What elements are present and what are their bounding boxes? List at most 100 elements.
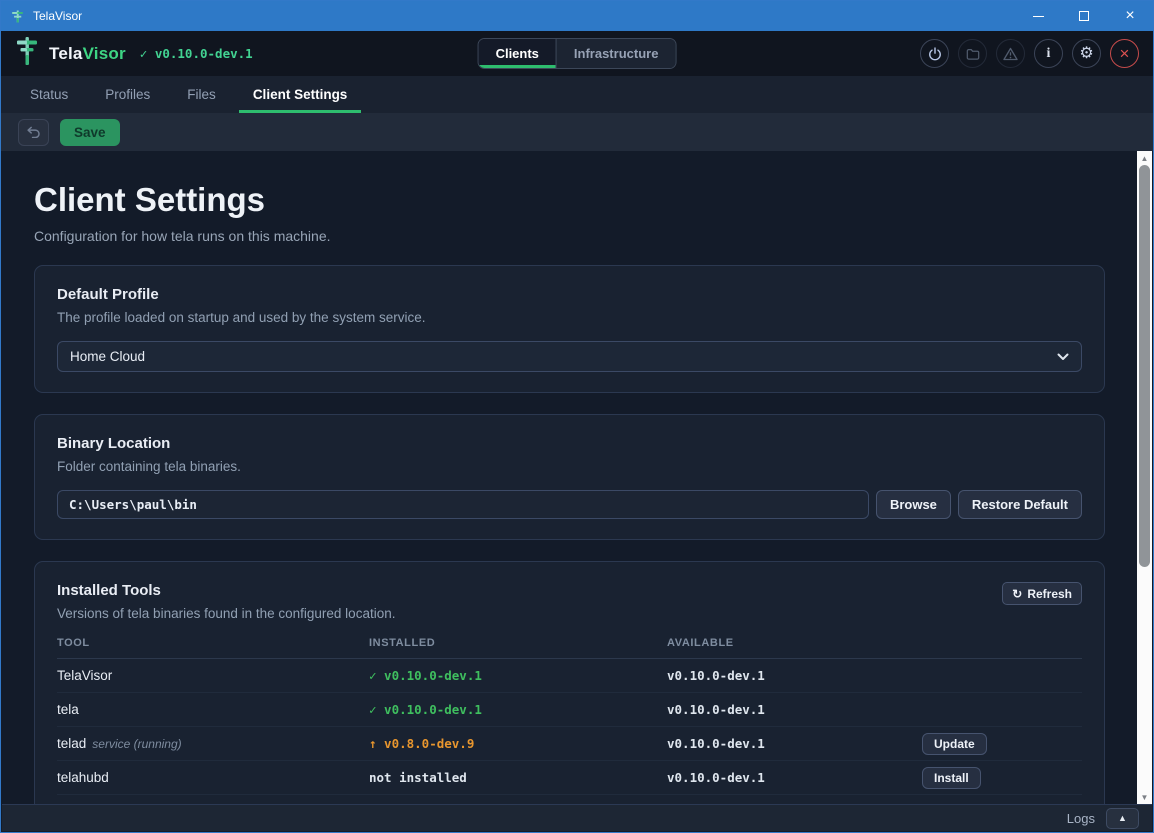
brand-visor: Visor — [83, 44, 126, 63]
tab-profiles[interactable]: Profiles — [91, 76, 164, 113]
maximize-button[interactable] — [1061, 1, 1107, 31]
tool-note: service (running) — [92, 737, 181, 751]
nav-infrastructure-label: Infrastructure — [574, 46, 659, 61]
close-button[interactable]: × — [1107, 1, 1153, 31]
power-button[interactable] — [920, 39, 949, 68]
status-bar: Logs ▲ — [2, 804, 1152, 831]
tools-table: TOOL INSTALLED AVAILABLE TelaVisor ✓ v0.… — [57, 637, 1082, 795]
tool-name: telad — [57, 736, 86, 751]
app-logo-icon — [10, 9, 25, 24]
mode-toggle: Clients Infrastructure — [478, 38, 677, 69]
save-button[interactable]: Save — [60, 119, 120, 146]
table-row: telahubd not installed v0.10.0-dev.1 Ins… — [57, 761, 1082, 795]
restore-default-button[interactable]: Restore Default — [958, 490, 1082, 519]
toolbar: Save — [1, 113, 1153, 151]
undo-button[interactable] — [18, 119, 49, 146]
available-version: v0.10.0-dev.1 — [667, 770, 922, 785]
tool-name: tela — [57, 702, 79, 717]
minimize-icon — [1033, 16, 1044, 17]
tool-name: telahubd — [57, 770, 109, 785]
table-header-row: TOOL INSTALLED AVAILABLE — [57, 637, 1082, 659]
binary-location-row: Browse Restore Default — [57, 490, 1082, 519]
page-title: Client Settings — [34, 181, 1105, 219]
refresh-label: Refresh — [1027, 587, 1072, 601]
binary-location-description: Folder containing tela binaries. — [57, 459, 1082, 474]
tab-files[interactable]: Files — [173, 76, 230, 113]
main-content: Client Settings Configuration for how te… — [2, 151, 1137, 804]
chevron-down-icon — [1057, 353, 1069, 361]
available-version: v0.10.0-dev.1 — [667, 668, 922, 683]
brand-tela: Tela — [49, 44, 83, 63]
table-row: tela ✓ v0.10.0-dev.1 v0.10.0-dev.1 — [57, 693, 1082, 727]
column-header-installed: INSTALLED — [369, 637, 667, 649]
nav-clients[interactable]: Clients — [479, 39, 556, 68]
refresh-icon: ↻ — [1012, 587, 1022, 601]
exit-close-icon: × — [1120, 45, 1130, 62]
default-profile-select[interactable]: Home Cloud — [57, 341, 1082, 372]
default-profile-card: Default Profile The profile loaded on st… — [34, 265, 1105, 393]
undo-icon — [26, 126, 41, 138]
brand: TelaVisor ✓ v0.10.0-dev.1 — [15, 35, 253, 72]
update-button[interactable]: Update — [922, 733, 987, 755]
tab-bar: Status Profiles Files Client Settings — [1, 76, 1153, 113]
installed-tools-card: Installed Tools Versions of tela binarie… — [34, 561, 1105, 804]
minimize-button[interactable] — [1015, 1, 1061, 31]
logs-toggle-button[interactable]: ▲ — [1106, 808, 1139, 829]
logs-toggle-icon: ▲ — [1118, 813, 1127, 823]
default-profile-description: The profile loaded on startup and used b… — [57, 310, 1082, 325]
close-icon: × — [1125, 8, 1134, 24]
installed-version: ✓ v0.10.0-dev.1 — [369, 668, 667, 683]
browse-button[interactable]: Browse — [876, 490, 951, 519]
default-profile-selected-value: Home Cloud — [70, 349, 145, 364]
binary-location-title: Binary Location — [57, 435, 1082, 452]
os-titlebar: TelaVisor × — [1, 1, 1153, 31]
warning-icon — [1003, 47, 1018, 61]
brand-name: TelaVisor — [49, 44, 126, 64]
exit-button[interactable]: × — [1110, 39, 1139, 68]
available-version: v0.10.0-dev.1 — [667, 702, 922, 717]
installed-tools-description: Versions of tela binaries found in the c… — [57, 606, 395, 621]
installed-tools-heading: Installed Tools Versions of tela binarie… — [57, 582, 395, 621]
vertical-scrollbar[interactable]: ▲ ▼ — [1137, 151, 1152, 804]
window-title: TelaVisor — [33, 9, 82, 23]
nav-clients-label: Clients — [496, 46, 539, 61]
maximize-icon — [1079, 11, 1089, 21]
install-button[interactable]: Install — [922, 767, 981, 789]
binary-path-input[interactable] — [57, 490, 869, 519]
power-icon — [928, 47, 942, 61]
info-button[interactable]: i — [1034, 39, 1063, 68]
table-row: TelaVisor ✓ v0.10.0-dev.1 v0.10.0-dev.1 — [57, 659, 1082, 693]
app-header: TelaVisor ✓ v0.10.0-dev.1 Clients Infras… — [1, 31, 1153, 76]
available-version: v0.10.0-dev.1 — [667, 736, 922, 751]
gear-icon: ⚙ — [1079, 46, 1093, 62]
app-window: TelaVisor × TelaVisor ✓ v0.10.0-dev.1 — [0, 0, 1154, 833]
column-header-tool: TOOL — [57, 637, 369, 649]
tab-status[interactable]: Status — [16, 76, 82, 113]
installed-version: ✓ v0.10.0-dev.1 — [369, 702, 667, 717]
installed-tools-title: Installed Tools — [57, 582, 395, 599]
info-icon: i — [1047, 46, 1051, 62]
page-subtitle: Configuration for how tela runs on this … — [34, 228, 1105, 244]
binary-location-card: Binary Location Folder containing tela b… — [34, 414, 1105, 540]
active-underline — [479, 65, 556, 68]
scroll-down-icon[interactable]: ▼ — [1137, 790, 1152, 804]
refresh-button[interactable]: ↻ Refresh — [1002, 582, 1082, 605]
table-row: telad service (running) ↑ v0.8.0-dev.9 v0… — [57, 727, 1082, 761]
tool-name: TelaVisor — [57, 668, 112, 683]
folder-button[interactable] — [958, 39, 987, 68]
tab-client-settings[interactable]: Client Settings — [239, 76, 362, 113]
app-version: ✓ v0.10.0-dev.1 — [140, 46, 253, 61]
installed-version: not installed — [369, 770, 667, 785]
nav-infrastructure[interactable]: Infrastructure — [556, 39, 676, 68]
column-header-available: AVAILABLE — [667, 637, 922, 649]
column-header-action — [922, 637, 1082, 649]
default-profile-title: Default Profile — [57, 286, 1082, 303]
settings-button[interactable]: ⚙ — [1072, 39, 1101, 68]
installed-version: ↑ v0.8.0-dev.9 — [369, 736, 667, 751]
warnings-button[interactable] — [996, 39, 1025, 68]
scrollbar-thumb[interactable] — [1139, 165, 1150, 567]
folder-icon — [966, 47, 980, 61]
installed-tools-header: Installed Tools Versions of tela binarie… — [57, 582, 1082, 621]
scroll-up-icon[interactable]: ▲ — [1137, 151, 1152, 165]
logs-label: Logs — [1067, 811, 1095, 826]
